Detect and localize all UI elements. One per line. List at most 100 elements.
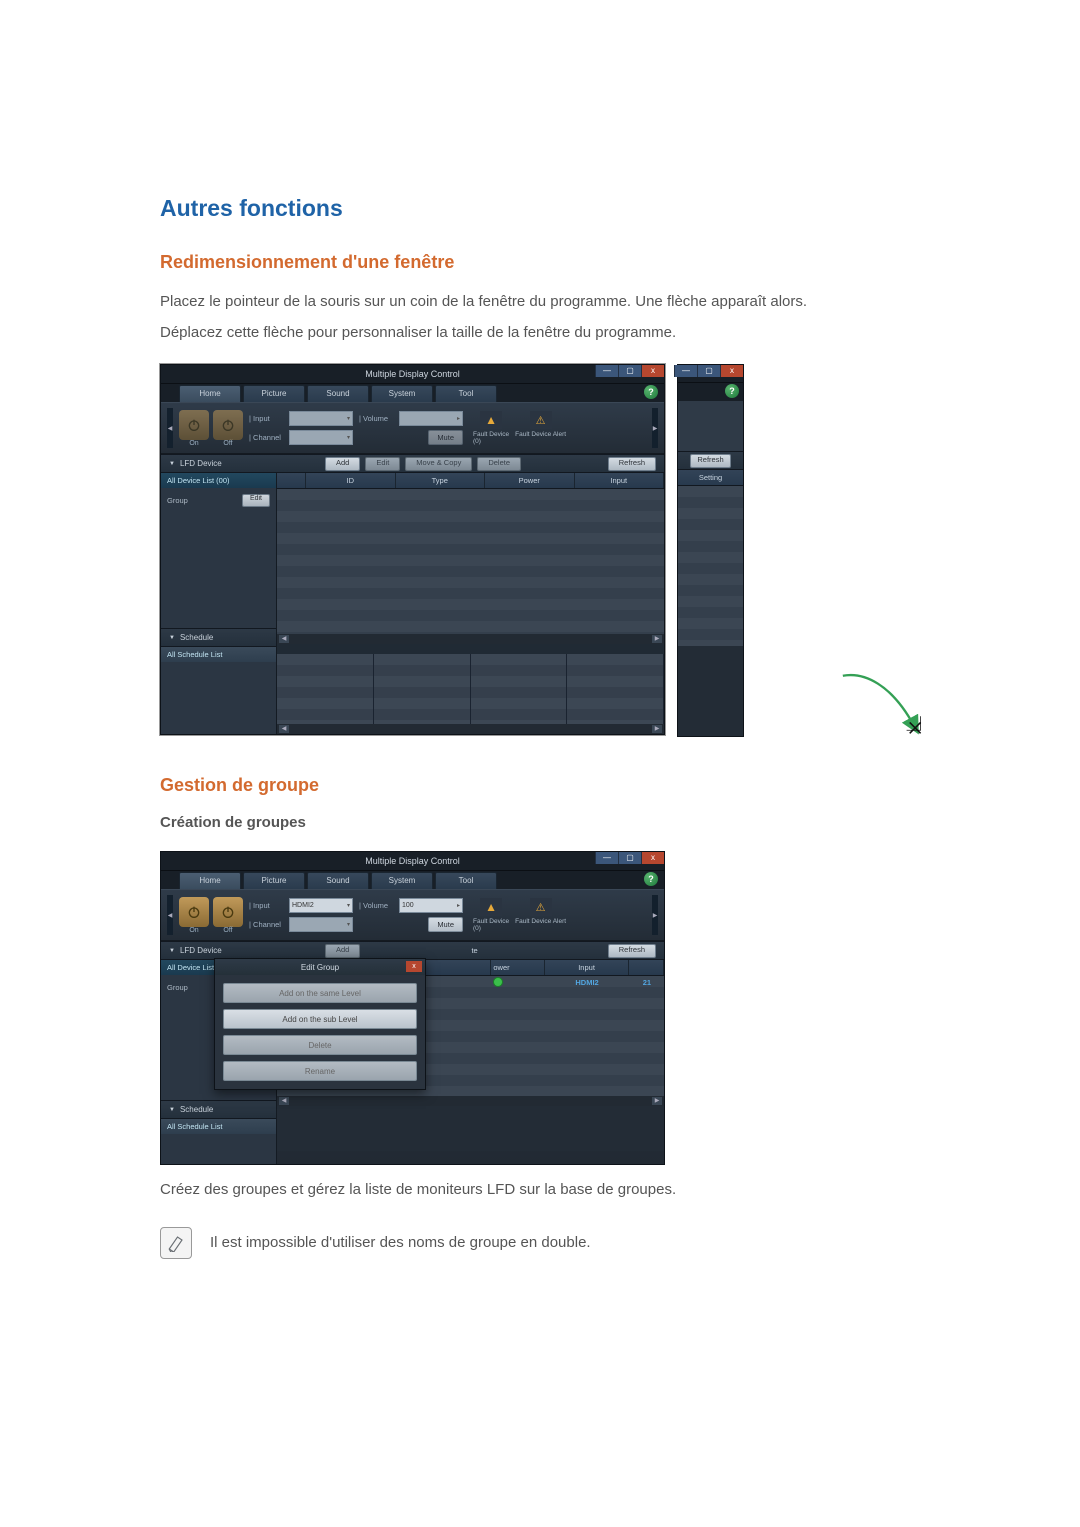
window-titlebar: Multiple Display Control — ▢ x (161, 365, 664, 384)
power-status-icon (493, 977, 503, 987)
note-icon (160, 1227, 192, 1259)
help-icon[interactable]: ? (644, 872, 658, 886)
col-power: Power (485, 473, 575, 488)
toolbar-scroll-right[interactable]: ▶ (652, 895, 658, 935)
mute-button[interactable]: Mute (428, 917, 463, 932)
grid-partial-col: te (471, 946, 477, 955)
add-button[interactable]: Add (325, 944, 360, 958)
fault-device-label: Fault Device(0) (473, 431, 509, 445)
tab-tool[interactable]: Tool (435, 872, 497, 889)
screenshot-group-management: Multiple Display Control — ▢ x Home Pict… (160, 851, 920, 1165)
narrow-refresh-button[interactable]: Refresh (690, 454, 730, 468)
window-controls: — ▢ x (595, 365, 664, 377)
narrow-close-button[interactable]: x (720, 365, 743, 377)
add-sub-level-button[interactable]: Add on the sub Level (223, 1009, 417, 1029)
dialog-delete-button[interactable]: Delete (223, 1035, 417, 1055)
add-same-level-button[interactable]: Add on the same Level (223, 983, 417, 1003)
channel-label: | Channel (249, 433, 285, 442)
tab-home[interactable]: Home (179, 872, 241, 889)
refresh-button[interactable]: Refresh (608, 944, 656, 958)
col-input: Input (575, 473, 665, 488)
horizontal-scrollbar[interactable]: ◀▶ (277, 1096, 664, 1106)
power-off-label: Off (213, 440, 243, 447)
section-resize-title: Redimensionnement d'une fenêtre (160, 252, 920, 273)
window-close-button[interactable]: x (641, 852, 664, 864)
channel-select[interactable]: ▾ (289, 917, 353, 932)
status-strip (277, 644, 664, 654)
tab-system[interactable]: System (371, 385, 433, 402)
fault-device-icon: ▲ (480, 898, 502, 916)
power-off-button[interactable] (213, 410, 243, 440)
tab-sound[interactable]: Sound (307, 872, 369, 889)
all-schedule-list[interactable]: All Schedule List (161, 647, 276, 662)
schedule-section[interactable]: ▼ Schedule (161, 628, 276, 647)
edit-button[interactable]: Edit (365, 457, 400, 471)
input-select[interactable]: ▾ (289, 411, 353, 426)
all-device-list-header[interactable]: All Device List (00) (161, 473, 276, 488)
page-title: Autres fonctions (160, 195, 920, 222)
volume-label: | Volume (359, 901, 395, 910)
lfd-device-section[interactable]: ▼ LFD Device (161, 454, 292, 473)
schedule-section[interactable]: ▼ Schedule (161, 1100, 276, 1119)
power-off-label: Off (213, 927, 243, 934)
help-icon[interactable]: ? (725, 384, 739, 398)
chevron-down-icon: ▾ (347, 902, 350, 909)
window-maximize-button[interactable]: ▢ (618, 852, 641, 864)
sidebar-edit-button[interactable]: Edit (242, 494, 270, 507)
sidebar-group-label: Group (167, 496, 188, 505)
toolbar-scroll-right[interactable]: ▶ (652, 408, 658, 448)
fault-alert-icon: ⚠ (530, 411, 552, 429)
bottom-grid (277, 654, 664, 724)
grid-header: ID Type Power Input (277, 473, 664, 489)
power-on-label: On (179, 927, 209, 934)
volume-input[interactable]: 100▸ (399, 898, 463, 913)
row-id-value: 21 (630, 976, 664, 988)
narrow-minimize-button[interactable]: — (674, 365, 697, 377)
tab-tool[interactable]: Tool (435, 385, 497, 402)
tabs-row: Home Picture Sound System Tool ? (161, 384, 664, 402)
tab-system[interactable]: System (371, 872, 433, 889)
section-group-title: Gestion de groupe (160, 775, 920, 796)
dialog-close-button[interactable]: x (406, 961, 422, 972)
toolbar-scroll-left[interactable]: ◀ (167, 895, 173, 935)
note-row: Il est impossible d'utiliser des noms de… (160, 1227, 920, 1259)
col-id: ID (306, 473, 396, 488)
volume-input[interactable]: ▸ (399, 411, 463, 426)
tab-picture[interactable]: Picture (243, 872, 305, 889)
tab-picture[interactable]: Picture (243, 385, 305, 402)
chevron-down-icon: ▼ (169, 1107, 175, 1113)
move-copy-button[interactable]: Move & Copy (405, 457, 472, 471)
all-schedule-list[interactable]: All Schedule List (161, 1119, 276, 1134)
input-label: | Input (249, 901, 285, 910)
refresh-button[interactable]: Refresh (608, 457, 656, 471)
chevron-down-icon: ▾ (347, 434, 350, 441)
window-title: Multiple Display Control (365, 369, 460, 379)
groups-intro-paragraph: Créez des groupes et gérez la liste de m… (160, 1179, 920, 1202)
power-on-label: On (179, 440, 209, 447)
input-select[interactable]: HDMI2▾ (289, 898, 353, 913)
toolbar-scroll-left[interactable]: ◀ (167, 408, 173, 448)
stepper-icon: ▸ (457, 415, 460, 422)
fault-alert-icon: ⚠ (530, 898, 552, 916)
delete-button[interactable]: Delete (477, 457, 521, 471)
power-on-button[interactable] (179, 897, 209, 927)
tab-home[interactable]: Home (179, 385, 241, 402)
window-maximize-button[interactable]: ▢ (618, 365, 641, 377)
window-minimize-button[interactable]: — (595, 365, 618, 377)
add-button[interactable]: Add (325, 457, 360, 471)
window-close-button[interactable]: x (641, 365, 664, 377)
window-minimize-button[interactable]: — (595, 852, 618, 864)
power-on-button[interactable] (179, 410, 209, 440)
tab-sound[interactable]: Sound (307, 385, 369, 402)
dialog-rename-button[interactable]: Rename (223, 1061, 417, 1081)
mute-button[interactable]: Mute (428, 430, 463, 445)
help-icon[interactable]: ? (644, 385, 658, 399)
narrow-maximize-button[interactable]: ▢ (697, 365, 720, 377)
horizontal-scrollbar[interactable]: ◀▶ (277, 634, 664, 644)
sidebar: All Device List (00) Group Edit ▼ Schedu… (161, 473, 277, 734)
power-off-button[interactable] (213, 897, 243, 927)
resize-paragraph-2: Déplacez cette flèche pour personnaliser… (160, 322, 920, 345)
horizontal-scrollbar-2[interactable]: ◀▶ (277, 724, 664, 734)
input-label: | Input (249, 414, 285, 423)
channel-select[interactable]: ▾ (289, 430, 353, 445)
